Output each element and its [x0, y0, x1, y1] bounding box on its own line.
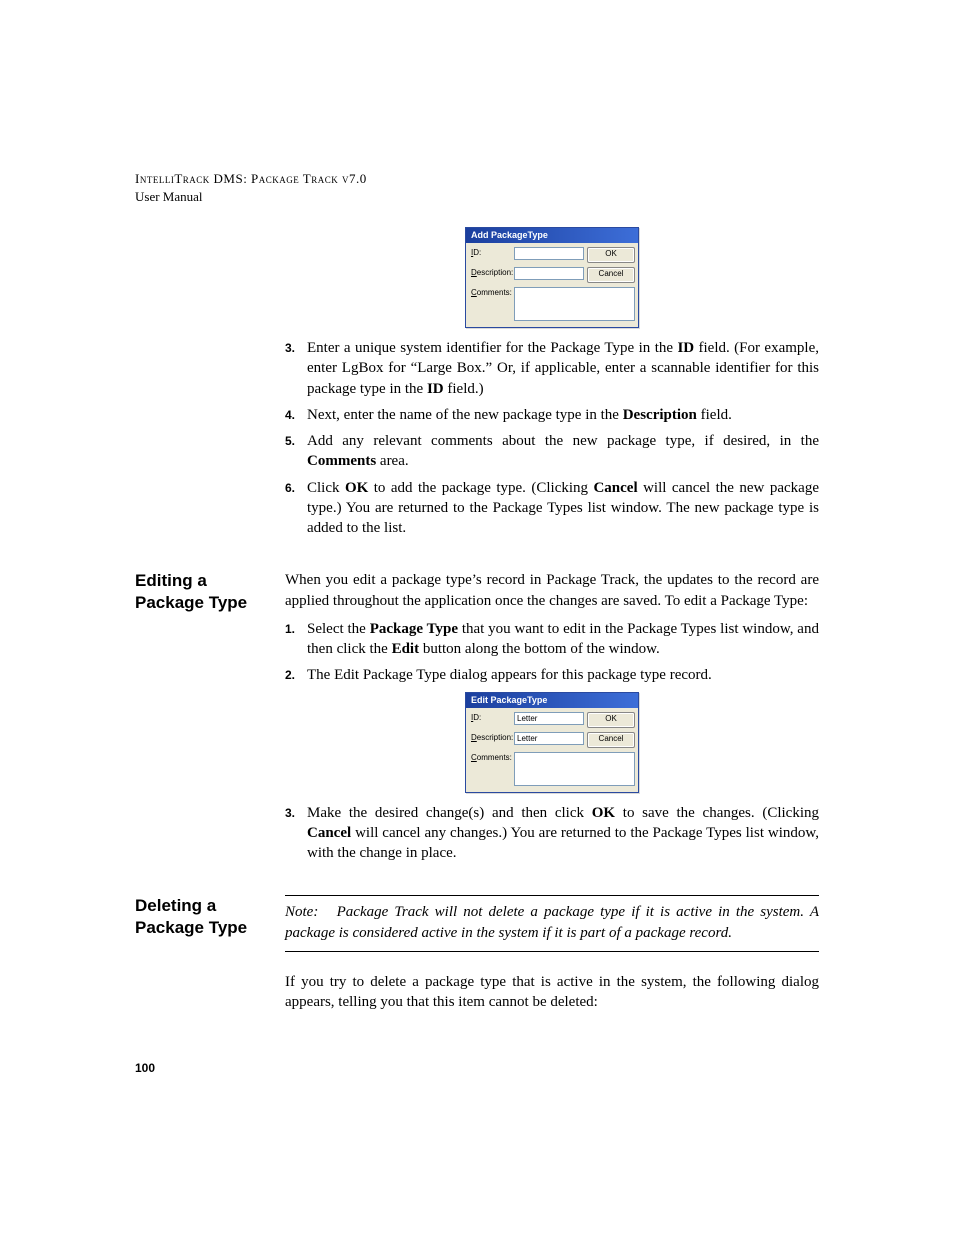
id-label: ID:	[471, 712, 511, 722]
step-text: Next, enter the name of the new package …	[307, 405, 819, 425]
edit-steps-after: 3.Make the desired change(s) and then cl…	[285, 803, 819, 864]
step-item: 3.Enter a unique system identifier for t…	[285, 338, 819, 399]
edit-steps-before: 1.Select the Package Type that you want …	[285, 619, 819, 686]
ok-button[interactable]: OK	[587, 247, 635, 263]
add-steps-list: 3.Enter a unique system identifier for t…	[285, 338, 819, 538]
step-text: Add any relevant comments about the new …	[307, 431, 819, 472]
cancel-button[interactable]: Cancel	[587, 732, 635, 748]
id-field[interactable]: Letter	[514, 712, 584, 725]
deleting-heading: Deleting a Package Type	[135, 895, 275, 938]
page-number: 100	[135, 1061, 155, 1075]
add-package-type-dialog-figure: Add PackageType ID: OK Description: Canc…	[285, 227, 819, 328]
step-text: The Edit Package Type dialog appears for…	[307, 665, 819, 685]
note-body: Package Track will not delete a package …	[285, 904, 819, 940]
comments-field[interactable]	[514, 752, 635, 786]
step-text: Make the desired change(s) and then clic…	[307, 803, 819, 864]
header-doc-type: User Manual	[135, 188, 819, 206]
cancel-button[interactable]: Cancel	[587, 267, 635, 283]
step-text: Select the Package Type that you want to…	[307, 619, 819, 660]
description-label: Description:	[471, 732, 511, 742]
id-label: ID:	[471, 247, 511, 257]
header-product: IntelliTrack DMS: Package Track v7.0	[135, 170, 819, 188]
step-number: 3.	[285, 803, 307, 864]
description-field[interactable]: Letter	[514, 732, 584, 745]
description-label: Description:	[471, 267, 511, 277]
note-label: Note:	[285, 904, 318, 920]
id-field[interactable]	[514, 247, 584, 260]
edit-package-type-dialog-figure: Edit PackageType ID: Letter OK Descripti…	[285, 692, 819, 793]
comments-label: Comments:	[471, 752, 511, 762]
comments-label: Comments:	[471, 287, 511, 297]
step-item: 5.Add any relevant comments about the ne…	[285, 431, 819, 472]
dialog-title: Edit PackageType	[466, 693, 638, 708]
step-number: 4.	[285, 405, 307, 425]
step-text: Click OK to add the package type. (Click…	[307, 478, 819, 539]
step-text: Enter a unique system identifier for the…	[307, 338, 819, 399]
step-number: 6.	[285, 478, 307, 539]
note-rule-bottom	[285, 951, 819, 952]
delete-note: Note: Package Track will not delete a pa…	[285, 902, 819, 943]
editing-heading: Editing a Package Type	[135, 570, 275, 613]
comments-field[interactable]	[514, 287, 635, 321]
step-number: 1.	[285, 619, 307, 660]
note-rule-top	[285, 895, 819, 896]
step-number: 5.	[285, 431, 307, 472]
ok-button[interactable]: OK	[587, 712, 635, 728]
delete-para: If you try to delete a package type that…	[285, 972, 819, 1013]
description-field[interactable]	[514, 267, 584, 280]
dialog-title: Add PackageType	[466, 228, 638, 243]
step-number: 2.	[285, 665, 307, 685]
step-item: 3.Make the desired change(s) and then cl…	[285, 803, 819, 864]
step-item: 1.Select the Package Type that you want …	[285, 619, 819, 660]
step-item: 2.The Edit Package Type dialog appears f…	[285, 665, 819, 685]
step-item: 4.Next, enter the name of the new packag…	[285, 405, 819, 425]
step-number: 3.	[285, 338, 307, 399]
running-header: IntelliTrack DMS: Package Track v7.0 Use…	[135, 170, 819, 205]
step-item: 6.Click OK to add the package type. (Cli…	[285, 478, 819, 539]
editing-intro: When you edit a package type’s record in…	[285, 570, 819, 611]
